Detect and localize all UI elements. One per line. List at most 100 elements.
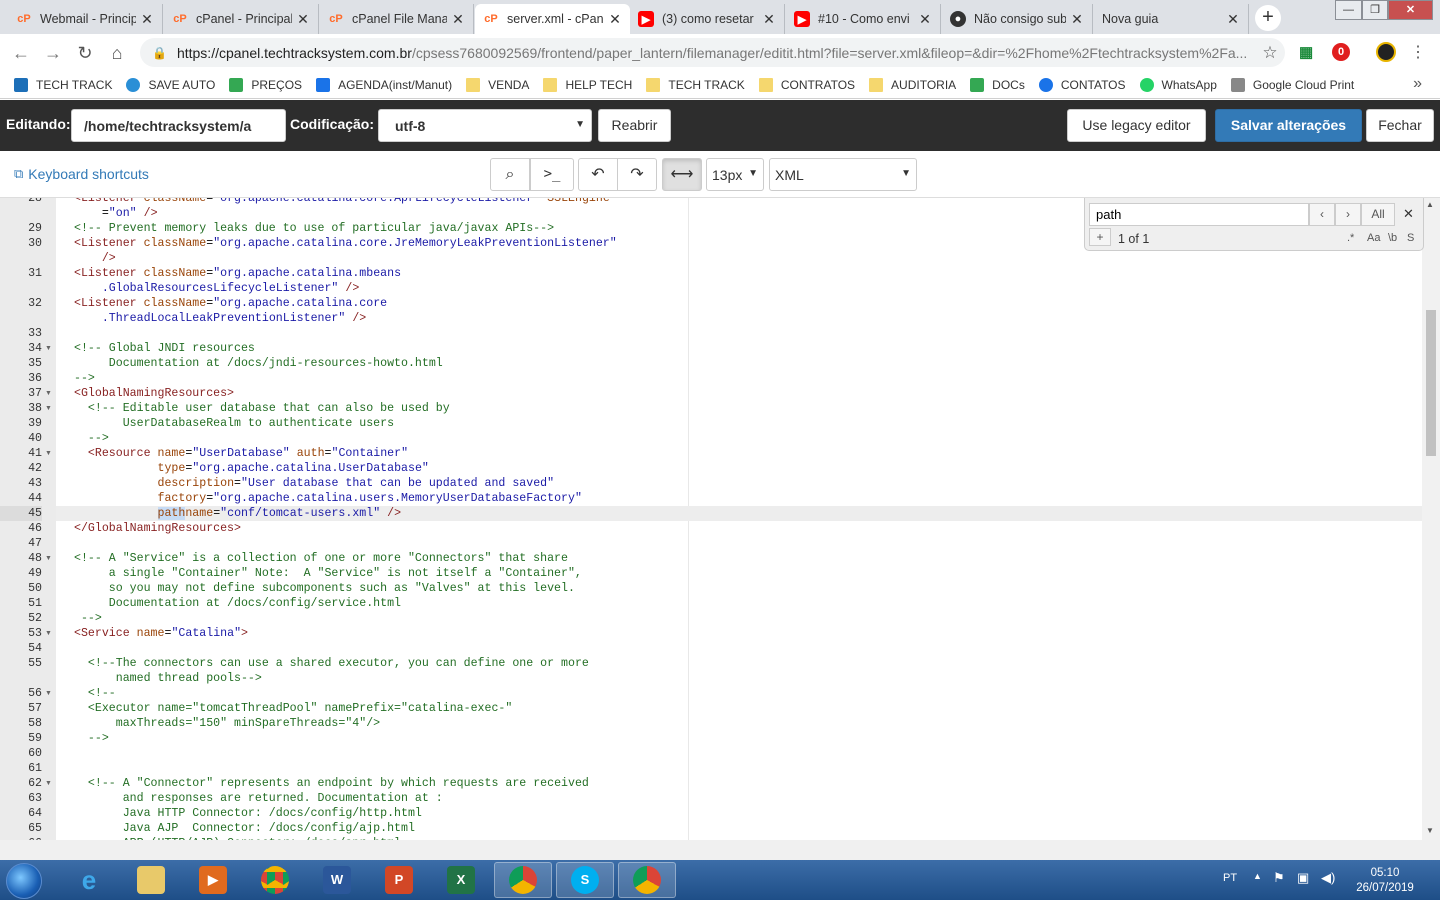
fold-toggle-icon[interactable]: ▼ — [45, 401, 52, 416]
code-line[interactable]: --> — [74, 371, 95, 386]
file-path-field[interactable]: /home/techtracksystem/a — [71, 109, 286, 142]
code-line[interactable]: named thread pools--> — [74, 671, 262, 686]
tab-5[interactable]: ▶ (3) como resetar ✕ — [630, 4, 785, 34]
code-line[interactable]: <!--The connectors can use a shared exec… — [74, 656, 589, 671]
adblock-icon[interactable]: 0 — [1332, 43, 1350, 61]
bookmark-item[interactable]: AGENDA(inst/Manut) — [316, 77, 452, 92]
code-line[interactable]: Documentation at /docs/config/service.ht… — [74, 596, 401, 611]
command-prompt-icon[interactable]: >_ — [530, 158, 574, 191]
bookmark-item[interactable]: CONTATOS — [1038, 77, 1126, 92]
code-line[interactable]: <!-- A "Connector" represents an endpoin… — [74, 776, 589, 791]
browser-menu-icon[interactable]: ⋮ — [1410, 42, 1426, 62]
close-tab-icon[interactable]: ✕ — [1226, 11, 1240, 28]
bookmark-item[interactable]: DOCs — [970, 77, 1025, 92]
toggle-replace-button[interactable]: + — [1089, 228, 1111, 246]
code-line[interactable]: <Listener className="org.apache.catalina… — [74, 198, 610, 206]
taskbar-chrome-2[interactable] — [494, 862, 552, 898]
bookmark-item[interactable]: SAVE AUTO — [126, 77, 215, 92]
profile-avatar[interactable] — [1376, 42, 1396, 62]
next-match-icon[interactable]: › — [1335, 203, 1361, 226]
fold-toggle-icon[interactable]: ▼ — [45, 551, 52, 566]
bookmark-item[interactable]: TECH TRACK — [646, 77, 745, 92]
bookmark-item[interactable]: CONTRATOS — [758, 77, 855, 92]
flag-icon[interactable]: ⚑ — [1273, 870, 1285, 886]
close-tab-icon[interactable]: ✕ — [451, 11, 465, 28]
taskbar-chrome-3[interactable] — [618, 862, 676, 898]
code-line[interactable]: Java HTTP Connector: /docs/config/http.h… — [74, 806, 422, 821]
code-line[interactable]: <Listener className="org.apache.catalina… — [74, 236, 617, 251]
tab-7[interactable]: ● Não consigo sub ✕ — [942, 4, 1093, 34]
fold-toggle-icon[interactable]: ▼ — [45, 776, 52, 791]
bookmarks-more-icon[interactable]: » — [1413, 75, 1422, 93]
code-line[interactable]: .GlobalResourcesLifecycleListener" /> — [74, 281, 359, 296]
code-content[interactable]: <Listener className="org.apache.catalina… — [56, 198, 1422, 840]
bookmark-item[interactable]: HELP TECH — [543, 77, 632, 92]
taskbar-powerpoint[interactable]: P — [370, 862, 428, 898]
regex-toggle[interactable]: .* — [1347, 232, 1354, 244]
tab-6[interactable]: ▶ #10 - Como envi ✕ — [786, 4, 941, 34]
bookmark-item[interactable]: PREÇOS — [229, 77, 302, 92]
close-tab-icon[interactable]: ✕ — [140, 11, 154, 28]
scroll-thumb[interactable] — [1426, 310, 1436, 456]
fold-toggle-icon[interactable]: ▼ — [45, 686, 52, 701]
code-editor[interactable]: 28 29 30 31 32 33 34 ▼ 35 36 37 ▼ 38 ▼ 39 40 41 ▼ 42 43 44 45… — [0, 198, 1440, 840]
bookmark-item[interactable]: VENDA — [466, 77, 529, 92]
code-line[interactable]: description="User database that can be u… — [74, 476, 555, 491]
extension-grid-icon[interactable]: ▦ — [1299, 43, 1317, 61]
taskbar-media[interactable]: ▶ — [184, 862, 242, 898]
clock[interactable]: 05:10 26/07/2019 — [1352, 866, 1418, 896]
previous-match-icon[interactable]: ‹ — [1309, 203, 1335, 226]
bookmark-item[interactable]: WhatsApp — [1139, 77, 1217, 92]
fold-toggle-icon[interactable]: ▼ — [45, 341, 52, 356]
bookmark-star-icon[interactable]: ☆ — [1255, 43, 1285, 63]
code-line[interactable]: <!-- — [74, 686, 116, 701]
code-line[interactable]: <Resource name="UserDatabase" auth="Cont… — [74, 446, 408, 461]
code-line[interactable]: --> — [74, 431, 109, 446]
code-line[interactable]: factory="org.apache.catalina.users.Memor… — [74, 491, 582, 506]
code-line[interactable]: pathname="conf/tomcat-users.xml" /> — [74, 506, 401, 521]
code-line[interactable]: <Service name="Catalina"> — [74, 626, 248, 641]
forward-icon[interactable]: → — [42, 42, 64, 64]
back-icon[interactable]: ← — [10, 42, 32, 64]
network-icon[interactable]: ▣ — [1297, 870, 1309, 886]
redo-icon[interactable]: ↷ — [617, 158, 657, 191]
bookmark-item[interactable]: Google Cloud Print — [1230, 77, 1354, 92]
legacy-editor-button[interactable]: Use legacy editor — [1067, 109, 1206, 142]
home-icon[interactable]: ⌂ — [106, 42, 128, 64]
code-line[interactable]: type="org.apache.catalina.UserDatabase" — [74, 461, 429, 476]
code-line[interactable]: <Listener className="org.apache.catalina… — [74, 266, 401, 281]
language-indicator[interactable]: PT — [1223, 872, 1237, 884]
tab-4[interactable]: cP server.xml - cPan ✕ — [475, 4, 630, 34]
code-line[interactable]: --> — [74, 731, 109, 746]
start-button[interactable] — [6, 863, 42, 899]
close-search-icon[interactable]: ✕ — [1403, 206, 1414, 222]
fold-toggle-icon[interactable]: ▼ — [45, 446, 52, 461]
close-tab-icon[interactable]: ✕ — [296, 11, 310, 28]
close-window-button[interactable]: ✕ — [1388, 0, 1433, 20]
search-input[interactable]: path — [1089, 203, 1309, 226]
search-selection-toggle[interactable]: S — [1407, 232, 1414, 244]
address-bar[interactable]: 🔒 https://cpanel.techtracksystem.com.br/… — [140, 38, 1285, 67]
maximize-button[interactable]: ❐ — [1362, 0, 1388, 20]
code-line[interactable]: <!-- Editable user database that can als… — [74, 401, 450, 416]
tab-1[interactable]: cP Webmail - Princip ✕ — [8, 4, 163, 34]
code-line[interactable]: /> — [74, 251, 116, 266]
minimize-button[interactable]: — — [1335, 0, 1362, 20]
code-line[interactable]: Documentation at /docs/jndi-resources-ho… — [74, 356, 443, 371]
code-line[interactable]: UserDatabaseRealm to authenticate users — [74, 416, 394, 431]
bookmark-item[interactable]: AUDITORIA — [869, 77, 956, 92]
wrap-toggle-icon[interactable]: ⟷ — [662, 158, 702, 191]
reload-icon[interactable]: ↻ — [74, 42, 96, 64]
code-line[interactable]: <!-- Global JNDI resources — [74, 341, 255, 356]
code-line[interactable]: .ThreadLocalLeakPreventionListener" /> — [74, 311, 366, 326]
tab-3[interactable]: cP cPanel File Mana ✕ — [320, 4, 474, 34]
taskbar-chrome-1[interactable] — [246, 862, 304, 898]
encoding-select[interactable]: utf-8 ▼ — [378, 109, 592, 142]
code-line[interactable]: </GlobalNamingResources> — [74, 521, 241, 536]
close-button[interactable]: Fechar — [1366, 109, 1434, 142]
fold-toggle-icon[interactable]: ▼ — [45, 626, 52, 641]
fold-toggle-icon[interactable]: ▼ — [45, 386, 52, 401]
whole-word-toggle[interactable]: \b — [1388, 232, 1397, 244]
undo-icon[interactable]: ↶ — [578, 158, 618, 191]
find-all-button[interactable]: All — [1361, 203, 1395, 226]
